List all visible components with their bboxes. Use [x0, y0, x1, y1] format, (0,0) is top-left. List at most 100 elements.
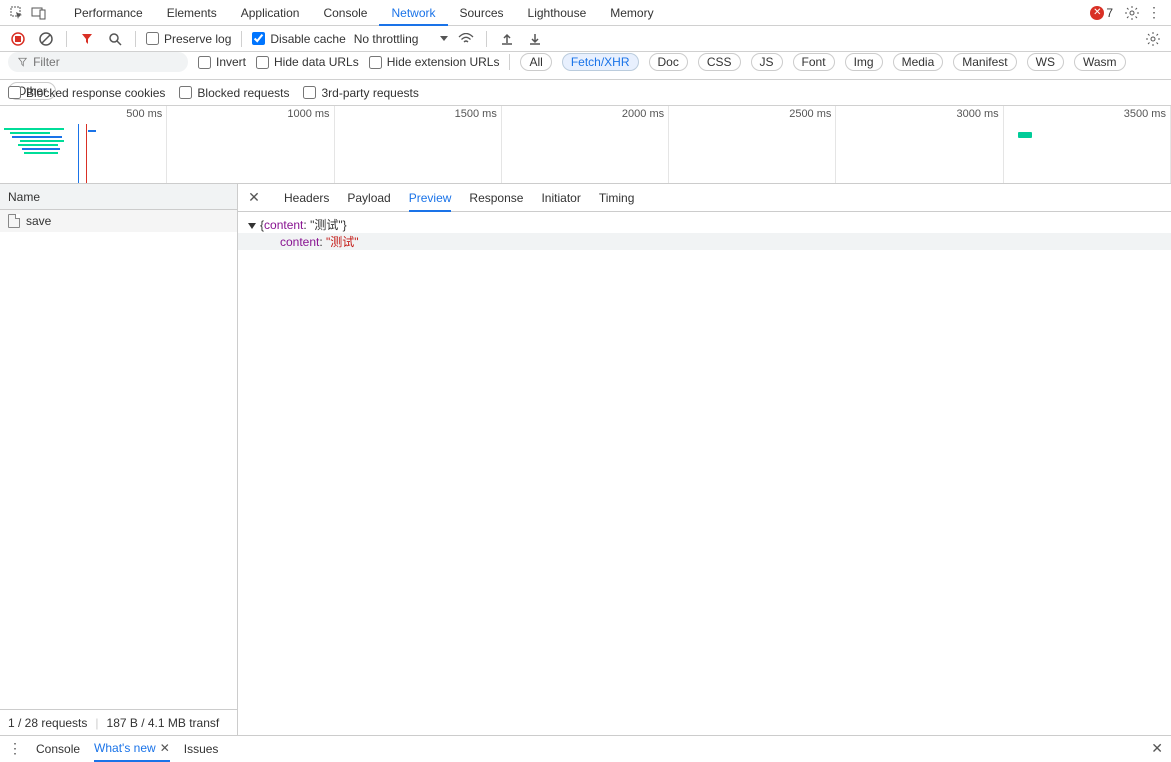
whatsnew-label: What's new	[94, 735, 156, 761]
timeline-bar	[18, 144, 58, 146]
more-menu-icon[interactable]: ⋮	[1143, 2, 1165, 24]
detail-tab-preview[interactable]: Preview	[409, 184, 452, 212]
error-count-badge[interactable]: ✕ 7	[1090, 6, 1113, 20]
export-har-icon[interactable]	[525, 29, 545, 49]
timeline-tick: 1000 ms	[287, 108, 329, 120]
close-detail-icon[interactable]: ✕	[242, 189, 266, 206]
detail-tab-initiator[interactable]: Initiator	[541, 184, 580, 212]
timeline-bar	[12, 136, 62, 138]
filter-input[interactable]	[33, 55, 178, 69]
settings-gear-icon[interactable]	[1121, 2, 1143, 24]
file-icon	[8, 214, 20, 228]
filter-type-wasm[interactable]: Wasm	[1074, 53, 1126, 71]
filter-type-img[interactable]: Img	[845, 53, 883, 71]
tab-lighthouse[interactable]: Lighthouse	[516, 0, 599, 26]
tab-network[interactable]: Network	[379, 0, 447, 26]
column-header-name[interactable]: Name	[0, 184, 237, 210]
tab-memory[interactable]: Memory	[598, 0, 665, 26]
detail-tab-headers[interactable]: Headers	[284, 184, 329, 212]
request-name: save	[26, 214, 51, 228]
filter-type-font[interactable]: Font	[793, 53, 835, 71]
drawer-tab-console[interactable]: Console	[36, 736, 80, 762]
throttling-value: No throttling	[354, 32, 419, 46]
funnel-icon	[18, 57, 27, 67]
domcontent-line	[78, 124, 79, 183]
chevron-down-icon	[440, 36, 448, 41]
json-child-line[interactable]: content: "测试"	[238, 233, 1171, 250]
invert-label: Invert	[216, 55, 246, 69]
invert-checkbox[interactable]: Invert	[198, 55, 246, 69]
filter-toggle-icon[interactable]	[77, 29, 97, 49]
network-main: Name save ✕ Headers Payload Preview Resp…	[0, 184, 1171, 709]
filter-type-js[interactable]: JS	[751, 53, 783, 71]
tab-elements[interactable]: Elements	[155, 0, 229, 26]
tab-console[interactable]: Console	[311, 0, 379, 26]
load-line	[86, 124, 87, 183]
filter-type-media[interactable]: Media	[893, 53, 944, 71]
filter-type-doc[interactable]: Doc	[649, 53, 688, 71]
third-party-checkbox[interactable]: 3rd-party requests	[303, 86, 418, 100]
preserve-log-checkbox[interactable]: Preserve log	[146, 32, 231, 46]
timeline-tick: 2500 ms	[789, 108, 831, 120]
throttling-select[interactable]: No throttling	[354, 32, 449, 46]
timeline-tick: 3500 ms	[1124, 108, 1166, 120]
disable-cache-label: Disable cache	[270, 32, 345, 46]
requests-count: 1 / 28 requests	[8, 716, 87, 730]
timeline-bar	[22, 148, 60, 150]
error-icon: ✕	[1090, 6, 1104, 20]
import-har-icon[interactable]	[497, 29, 517, 49]
detail-tabs: ✕ Headers Payload Preview Response Initi…	[238, 184, 1171, 212]
filter-type-css[interactable]: CSS	[698, 53, 741, 71]
network-conditions-icon[interactable]	[456, 29, 476, 49]
inspect-icon[interactable]	[6, 2, 28, 24]
timeline-tick: 500 ms	[126, 108, 162, 120]
error-count: 7	[1106, 6, 1113, 20]
blocked-bar: Blocked response cookies Blocked request…	[0, 80, 1171, 106]
preserve-log-label: Preserve log	[164, 32, 231, 46]
request-detail-panel: ✕ Headers Payload Preview Response Initi…	[238, 184, 1171, 709]
blocked-requests-label: Blocked requests	[197, 86, 289, 100]
detail-tab-payload[interactable]: Payload	[347, 184, 390, 212]
close-drawer-icon[interactable]: ✕	[1151, 740, 1163, 757]
network-settings-icon[interactable]	[1143, 29, 1163, 49]
request-list-panel: Name save	[0, 184, 238, 709]
expand-triangle-icon[interactable]	[248, 223, 256, 229]
timeline-bar	[10, 132, 50, 134]
filter-type-all[interactable]: All	[520, 53, 551, 71]
filter-bar: Invert Hide data URLs Hide extension URL…	[0, 52, 1171, 80]
record-button[interactable]	[8, 29, 28, 49]
drawer-tab-whatsnew[interactable]: What's new ✕	[94, 736, 170, 762]
device-toolbar-icon[interactable]	[28, 2, 50, 24]
close-whatsnew-icon[interactable]: ✕	[160, 735, 170, 761]
detail-tab-timing[interactable]: Timing	[599, 184, 635, 212]
request-row[interactable]: save	[0, 210, 237, 232]
clear-button[interactable]	[36, 29, 56, 49]
timeline-overview[interactable]: 500 ms 1000 ms 1500 ms 2000 ms 2500 ms 3…	[0, 106, 1171, 184]
timeline-bar	[1018, 132, 1032, 138]
search-icon[interactable]	[105, 29, 125, 49]
blocked-requests-checkbox[interactable]: Blocked requests	[179, 86, 289, 100]
detail-tab-response[interactable]: Response	[469, 184, 523, 212]
timeline-bar	[4, 128, 64, 130]
tab-performance[interactable]: Performance	[62, 0, 155, 26]
timeline-tick: 3000 ms	[956, 108, 998, 120]
filter-type-ws[interactable]: WS	[1027, 53, 1064, 71]
timeline-tick: 1500 ms	[455, 108, 497, 120]
json-root-line[interactable]: {content: "测试"}	[248, 216, 1161, 233]
network-status-bar: 1 / 28 requests | 187 B / 4.1 MB transf	[0, 709, 238, 735]
timeline-bar	[24, 152, 58, 154]
tab-application[interactable]: Application	[229, 0, 312, 26]
drawer-tab-issues[interactable]: Issues	[184, 736, 219, 762]
hide-data-urls-checkbox[interactable]: Hide data URLs	[256, 55, 359, 69]
drawer-more-icon[interactable]: ⋮	[8, 740, 22, 757]
drawer-tabs: ⋮ Console What's new ✕ Issues ✕	[0, 735, 1171, 761]
hide-extension-urls-checkbox[interactable]: Hide extension URLs	[369, 55, 500, 69]
filter-type-manifest[interactable]: Manifest	[953, 53, 1016, 71]
disable-cache-checkbox[interactable]: Disable cache	[252, 32, 345, 46]
filter-type-fetchxhr[interactable]: Fetch/XHR	[562, 53, 639, 71]
blocked-cookies-checkbox[interactable]: Blocked response cookies	[8, 86, 165, 100]
hide-ext-urls-label: Hide extension URLs	[387, 55, 500, 69]
hide-data-urls-label: Hide data URLs	[274, 55, 359, 69]
tab-sources[interactable]: Sources	[448, 0, 516, 26]
filter-input-wrap[interactable]	[8, 52, 188, 72]
